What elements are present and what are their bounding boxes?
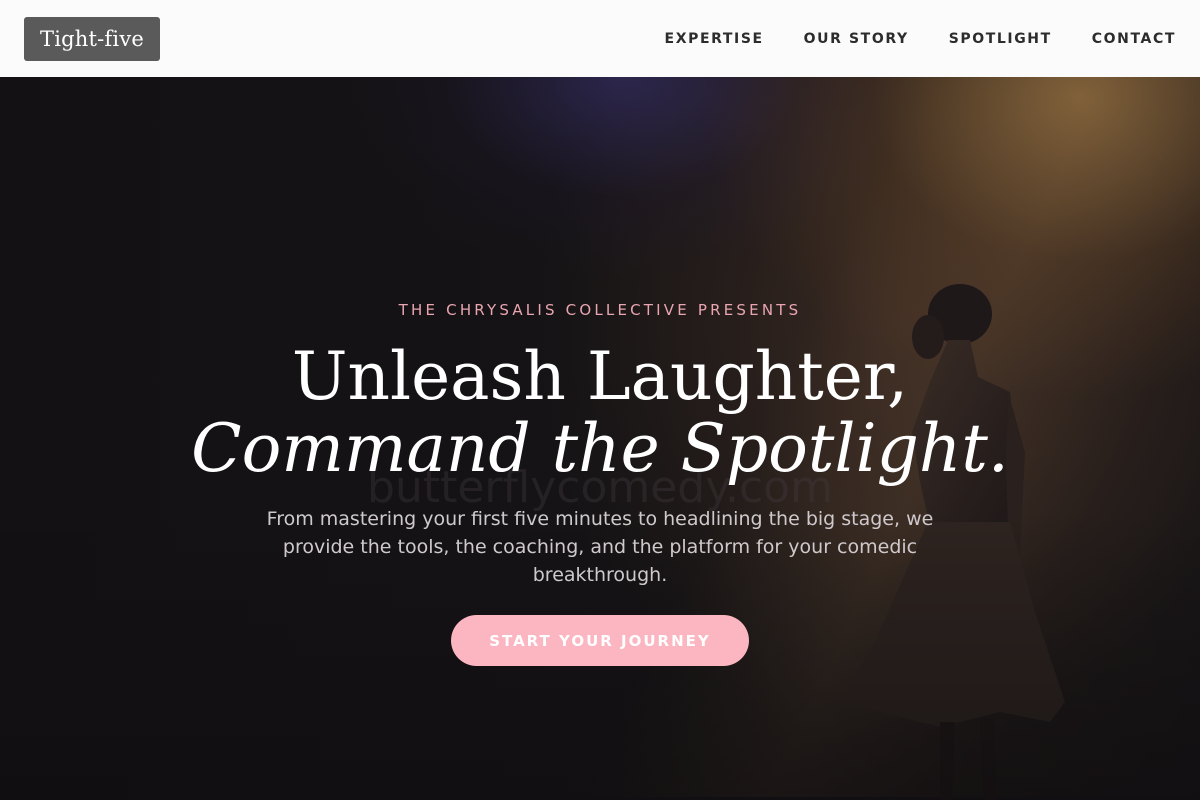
nav-link-our-story[interactable]: OUR STORY [804,31,909,47]
hero-headline-line2: Command the Spotlight. [191,410,1009,487]
main-nav: EXPERTISE OUR STORY SPOTLIGHT CONTACT [625,31,1176,47]
nav-link-contact[interactable]: CONTACT [1092,31,1176,47]
start-journey-button[interactable]: START YOUR JOURNEY [451,615,749,666]
nav-link-spotlight[interactable]: SPOTLIGHT [949,31,1052,47]
hero-content: THE CHRYSALIS COLLECTIVE PRESENTS butter… [0,77,1200,800]
hero-headline-line1: Unleash Laughter, [291,338,909,415]
site-logo[interactable]: Tight-five [24,16,161,61]
site-header: Tight-five EXPERTISE OUR STORY SPOTLIGHT… [0,0,1200,77]
hero-section: THE CHRYSALIS COLLECTIVE PRESENTS butter… [0,77,1200,800]
nav-link-expertise[interactable]: EXPERTISE [665,31,764,47]
hero-eyebrow: THE CHRYSALIS COLLECTIVE PRESENTS [398,301,802,319]
hero-subtext: From mastering your first five minutes t… [266,508,934,586]
